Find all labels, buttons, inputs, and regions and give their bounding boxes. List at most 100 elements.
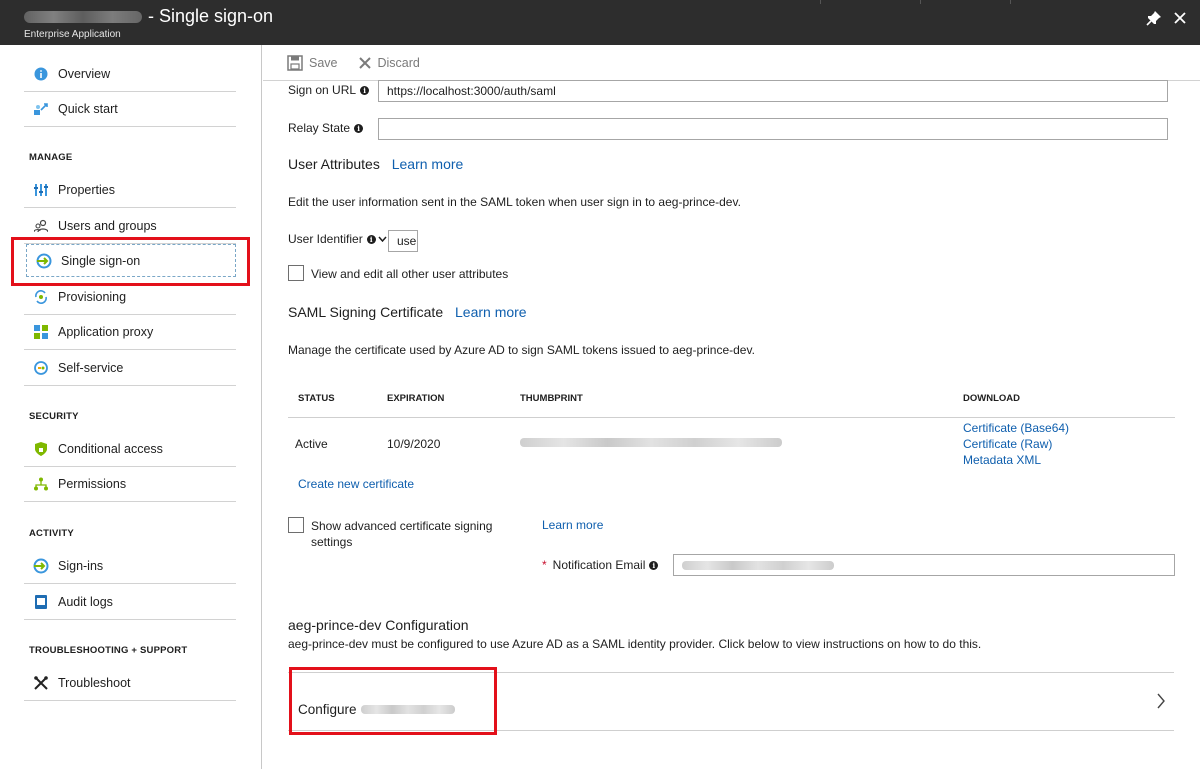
nav-item-label: Application proxy — [58, 325, 154, 339]
save-button[interactable]: Save — [287, 54, 338, 71]
relay-state-label-text: Relay State — [288, 121, 351, 135]
section-header-activity: ACTIVITY — [29, 528, 74, 539]
show-advanced-signing-checkbox[interactable] — [288, 517, 304, 533]
app-proxy-icon — [33, 324, 49, 340]
left-navigation: Overview Quick start MANAGE Properties U… — [0, 45, 262, 769]
column-header-thumbprint: THUMBPRINT — [520, 393, 583, 404]
cert-expiration: 10/9/2020 — [387, 437, 441, 451]
nav-item-conditional-access[interactable]: Conditional access — [24, 432, 236, 467]
nav-item-label: Properties — [58, 183, 115, 197]
blade-subtitle: Enterprise Application — [24, 29, 121, 40]
provisioning-icon — [33, 289, 49, 305]
nav-item-label: Self-service — [58, 361, 124, 375]
title-divider — [820, 0, 821, 4]
self-service-icon — [33, 360, 49, 376]
title-divider — [1010, 0, 1011, 4]
table-divider — [288, 417, 1175, 418]
user-attributes-heading: User Attributes Learn more — [288, 156, 463, 172]
user-identifier-select[interactable]: user — [388, 230, 418, 252]
rocket-cloud-icon — [33, 101, 49, 117]
nav-item-label: Users and groups — [58, 219, 157, 233]
nav-item-label: Sign-ins — [58, 559, 104, 573]
info-icon[interactable]: i — [649, 560, 659, 570]
redacted-email — [682, 561, 834, 570]
user-identifier-label-text: User Identifier — [288, 232, 363, 246]
user-identifier-label: User Identifier i — [288, 232, 387, 246]
shield-icon — [33, 441, 49, 457]
sign-on-url-input[interactable] — [378, 80, 1168, 102]
view-edit-attributes-checkbox[interactable] — [288, 265, 304, 281]
download-metadata-xml-link[interactable]: Metadata XML — [963, 453, 1041, 467]
nav-item-label: Troubleshoot — [58, 676, 131, 690]
user-attributes-learn-more-link[interactable]: Learn more — [392, 156, 464, 172]
nav-item-sign-ins[interactable]: Sign-ins — [24, 549, 236, 584]
show-advanced-signing-label-line: Show advanced certificate signing — [311, 519, 493, 533]
nav-item-permissions[interactable]: Permissions — [24, 467, 236, 502]
user-attributes-heading-text: User Attributes — [288, 156, 380, 172]
nav-item-label: Audit logs — [58, 595, 113, 609]
create-new-certificate-link[interactable]: Create new certificate — [298, 477, 414, 491]
nav-item-label: Conditional access — [58, 442, 163, 456]
download-certificate-raw-link[interactable]: Certificate (Raw) — [963, 437, 1052, 451]
nav-item-self-service[interactable]: Self-service — [24, 351, 236, 386]
download-certificate-base64-link[interactable]: Certificate (Base64) — [963, 421, 1069, 435]
column-header-status: STATUS — [298, 393, 335, 404]
notification-email-label: * Notification Email i — [542, 558, 659, 572]
nav-item-application-proxy[interactable]: Application proxy — [24, 315, 236, 350]
save-icon — [287, 54, 303, 71]
nav-item-label: Permissions — [58, 477, 127, 491]
nav-item-properties[interactable]: Properties — [24, 173, 236, 208]
title-divider — [920, 0, 921, 4]
nav-item-audit-logs[interactable]: Audit logs — [24, 585, 236, 620]
permissions-tree-icon — [33, 476, 49, 492]
saml-cert-description: Manage the certificate used by Azure AD … — [288, 343, 755, 357]
saml-cert-heading: SAML Signing Certificate Learn more — [288, 304, 527, 320]
advanced-signing-learn-more-link[interactable]: Learn more — [542, 518, 603, 532]
save-label: Save — [309, 55, 338, 70]
info-icon[interactable]: i — [360, 85, 370, 95]
highlight-box-single-sign-on — [11, 237, 250, 286]
show-advanced-signing-label-line: settings — [311, 535, 353, 549]
chevron-down-icon[interactable] — [378, 236, 387, 242]
discard-button[interactable]: Discard — [358, 56, 420, 70]
info-circle-icon — [33, 66, 49, 82]
view-edit-attributes-label: View and edit all other user attributes — [311, 267, 509, 281]
close-icon[interactable] — [1172, 10, 1188, 26]
nav-item-overview[interactable]: Overview — [24, 57, 236, 92]
command-bar: Save Discard — [263, 45, 1200, 81]
nav-item-label: Overview — [58, 67, 111, 81]
nav-item-quick-start[interactable]: Quick start — [24, 92, 236, 127]
sign-on-url-label-text: Sign on URL — [288, 83, 357, 97]
required-asterisk: * — [542, 558, 547, 572]
discard-label: Discard — [377, 55, 420, 70]
chevron-right-icon — [1157, 693, 1165, 709]
saml-cert-heading-text: SAML Signing Certificate — [288, 304, 444, 320]
discard-icon — [358, 56, 371, 69]
relay-state-label: Relay State i — [288, 121, 364, 135]
audit-log-icon — [33, 594, 49, 610]
sign-in-icon — [33, 558, 49, 574]
column-header-download: DOWNLOAD — [963, 393, 1020, 404]
user-attributes-description: Edit the user information sent in the SA… — [288, 195, 741, 209]
highlight-box-configure — [289, 667, 497, 735]
info-icon[interactable]: i — [366, 234, 376, 244]
nav-item-label: Quick start — [58, 102, 118, 116]
wrench-icon — [33, 675, 49, 691]
pin-icon[interactable] — [1146, 10, 1162, 26]
redacted-thumbprint — [520, 438, 782, 447]
sliders-icon — [33, 182, 49, 198]
notification-email-label-text: Notification Email — [552, 558, 646, 572]
section-header-troubleshooting: TROUBLESHOOTING + SUPPORT — [29, 645, 188, 656]
main-panel: Save Discard Sign on URL i Relay State i… — [263, 45, 1200, 769]
info-icon[interactable]: i — [354, 123, 364, 133]
relay-state-input[interactable] — [378, 118, 1168, 140]
redacted-app-name — [24, 10, 142, 23]
blade-title-text: - Single sign-on — [148, 6, 274, 26]
nav-item-troubleshoot[interactable]: Troubleshoot — [24, 666, 236, 701]
users-icon — [33, 218, 49, 234]
sign-on-url-label: Sign on URL i — [288, 83, 370, 97]
column-header-expiration: EXPIRATION — [387, 393, 445, 404]
cert-status: Active — [295, 437, 328, 451]
saml-cert-learn-more-link[interactable]: Learn more — [455, 304, 527, 320]
notification-email-input[interactable] — [673, 554, 1175, 576]
